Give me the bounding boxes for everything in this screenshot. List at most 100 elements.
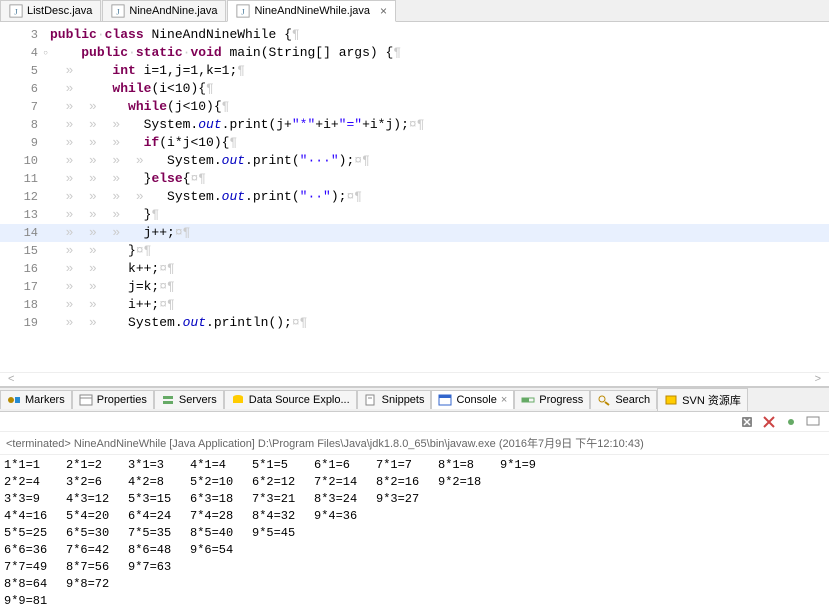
code-line-19[interactable]: 19 » » System.out.println();¤¶ [0,314,829,332]
output-row-0: 1*1=12*1=23*1=34*1=45*1=56*1=67*1=78*1=8… [4,457,825,474]
output-cell: 7*1=7 [376,457,438,474]
output-cell: 9*6=54 [190,542,252,559]
view-tab-search[interactable]: Search [590,390,657,409]
line-number: 18 [0,296,50,314]
code-content: » » while(j<10){¶ [50,98,229,116]
output-cell: 9*4=36 [314,508,376,525]
line-number: 17 [0,278,50,296]
output-cell: 8*4=32 [252,508,314,525]
java-file-icon: J [9,4,23,18]
code-line-13[interactable]: 13 » » » }¶ [0,206,829,224]
pin-icon[interactable] [783,414,799,430]
svn-icon [664,394,678,406]
code-content: » » » }¶ [50,206,159,224]
output-cell: 7*7=49 [4,559,66,576]
view-tab-properties[interactable]: Properties [72,390,154,409]
line-number: 8 [0,116,50,134]
line-number: 4 [0,44,50,62]
close-icon[interactable]: × [501,394,507,406]
output-cell: 4*4=16 [4,508,66,525]
code-line-10[interactable]: 10 » » » » System.out.print("···");¤¶ [0,152,829,170]
output-cell: 7*5=35 [128,525,190,542]
output-cell: 9*7=63 [128,559,190,576]
code-line-12[interactable]: 12 » » » » System.out.print("··");¤¶ [0,188,829,206]
code-content: » » k++;¤¶ [50,260,175,278]
output-cell: 2*1=2 [66,457,128,474]
line-number: 3 [0,26,50,44]
markers-icon [7,394,21,406]
output-cell: 5*2=10 [190,474,252,491]
display-icon[interactable] [805,414,821,430]
code-line-6[interactable]: 6 » while(i<10){¶ [0,80,829,98]
code-line-17[interactable]: 17 » » j=k;¤¶ [0,278,829,296]
line-number: 14 [0,224,50,242]
view-tab-servers[interactable]: Servers [154,390,224,409]
view-tab-markers[interactable]: Markers [0,390,72,409]
remove-all-icon[interactable] [761,414,777,430]
output-cell: 3*2=6 [66,474,128,491]
code-line-3[interactable]: 3public·class NineAndNineWhile {¶ [0,26,829,44]
editor-scroll-hint: <> [0,372,829,386]
code-line-8[interactable]: 8 » » » System.out.print(j+"*"+i+"="+i*j… [0,116,829,134]
search-icon [597,394,611,406]
code-line-16[interactable]: 16 » » k++;¤¶ [0,260,829,278]
code-line-11[interactable]: 11 » » » }else{¤¶ [0,170,829,188]
code-content: » » System.out.println();¤¶ [50,314,307,332]
tab-label: ListDesc.java [27,5,92,17]
output-row-8: 9*9=81 [4,593,825,610]
output-cell: 9*1=9 [500,457,562,474]
code-content: » » » j++;¤¶ [50,224,190,242]
tab-label: NineAndNine.java [129,5,217,17]
view-tab-console[interactable]: Console × [431,390,514,409]
code-editor[interactable]: 3public·class NineAndNineWhile {¶4 publi… [0,22,829,372]
output-cell: 6*1=6 [314,457,376,474]
output-cell: 8*5=40 [190,525,252,542]
view-tab-data-source[interactable]: Data Source Explo... [224,390,357,409]
code-content: » » j=k;¤¶ [50,278,175,296]
output-cell: 1*1=1 [4,457,66,474]
code-line-7[interactable]: 7 » » while(j<10){¶ [0,98,829,116]
editor-tab-2[interactable]: JNineAndNineWhile.java× [227,0,396,22]
view-tab-label: Servers [179,394,217,406]
editor-tab-0[interactable]: J ListDesc.java [0,0,101,21]
code-content: » int i=1,j=1,k=1;¶ [50,62,245,80]
editor-tab-1[interactable]: JNineAndNine.java [102,0,226,21]
output-cell: 7*3=21 [252,491,314,508]
output-cell: 5*4=20 [66,508,128,525]
line-number: 9 [0,134,50,152]
output-cell: 3*1=3 [128,457,190,474]
output-row-1: 2*2=43*2=64*2=85*2=106*2=127*2=148*2=169… [4,474,825,491]
code-line-15[interactable]: 15 » » }¤¶ [0,242,829,260]
output-cell: 8*3=24 [314,491,376,508]
code-content: » » » System.out.print(j+"*"+i+"="+i*j);… [50,116,425,134]
view-tab-svn[interactable]: SVN 资源库 [657,388,748,411]
code-line-9[interactable]: 9 » » » if(i*j<10){¶ [0,134,829,152]
output-cell: 5*3=15 [128,491,190,508]
code-line-5[interactable]: 5 » int i=1,j=1,k=1;¶ [0,62,829,80]
code-line-18[interactable]: 18 » » i++;¤¶ [0,296,829,314]
remove-launch-icon[interactable] [739,414,755,430]
code-content: » » }¤¶ [50,242,151,260]
output-cell: 7*6=42 [66,542,128,559]
view-tab-progress[interactable]: Progress [514,390,590,409]
view-tab-label: Markers [25,394,65,406]
code-line-14[interactable]: 14 » » » j++;¤¶ [0,224,829,242]
editor-tabs: J ListDesc.java JNineAndNine.javaJNineAndN… [0,0,829,22]
output-row-3: 4*4=165*4=206*4=247*4=288*4=329*4=36 [4,508,825,525]
line-number: 5 [0,62,50,80]
line-number: 6 [0,80,50,98]
console-toolbar [0,412,829,432]
line-number: 15 [0,242,50,260]
code-content: public·class NineAndNineWhile {¶ [50,26,300,44]
code-line-4[interactable]: 4 public·static·void main(String[] args)… [0,44,829,62]
data-source-icon [231,394,245,406]
output-cell: 9*3=27 [376,491,438,508]
output-cell: 8*1=8 [438,457,500,474]
output-cell: 6*6=36 [4,542,66,559]
output-cell: 8*6=48 [128,542,190,559]
close-icon[interactable]: × [380,4,387,18]
view-tab-label: Search [615,394,650,406]
output-cell: 4*3=12 [66,491,128,508]
output-cell: 6*5=30 [66,525,128,542]
view-tab-snippets[interactable]: Snippets [357,390,432,409]
